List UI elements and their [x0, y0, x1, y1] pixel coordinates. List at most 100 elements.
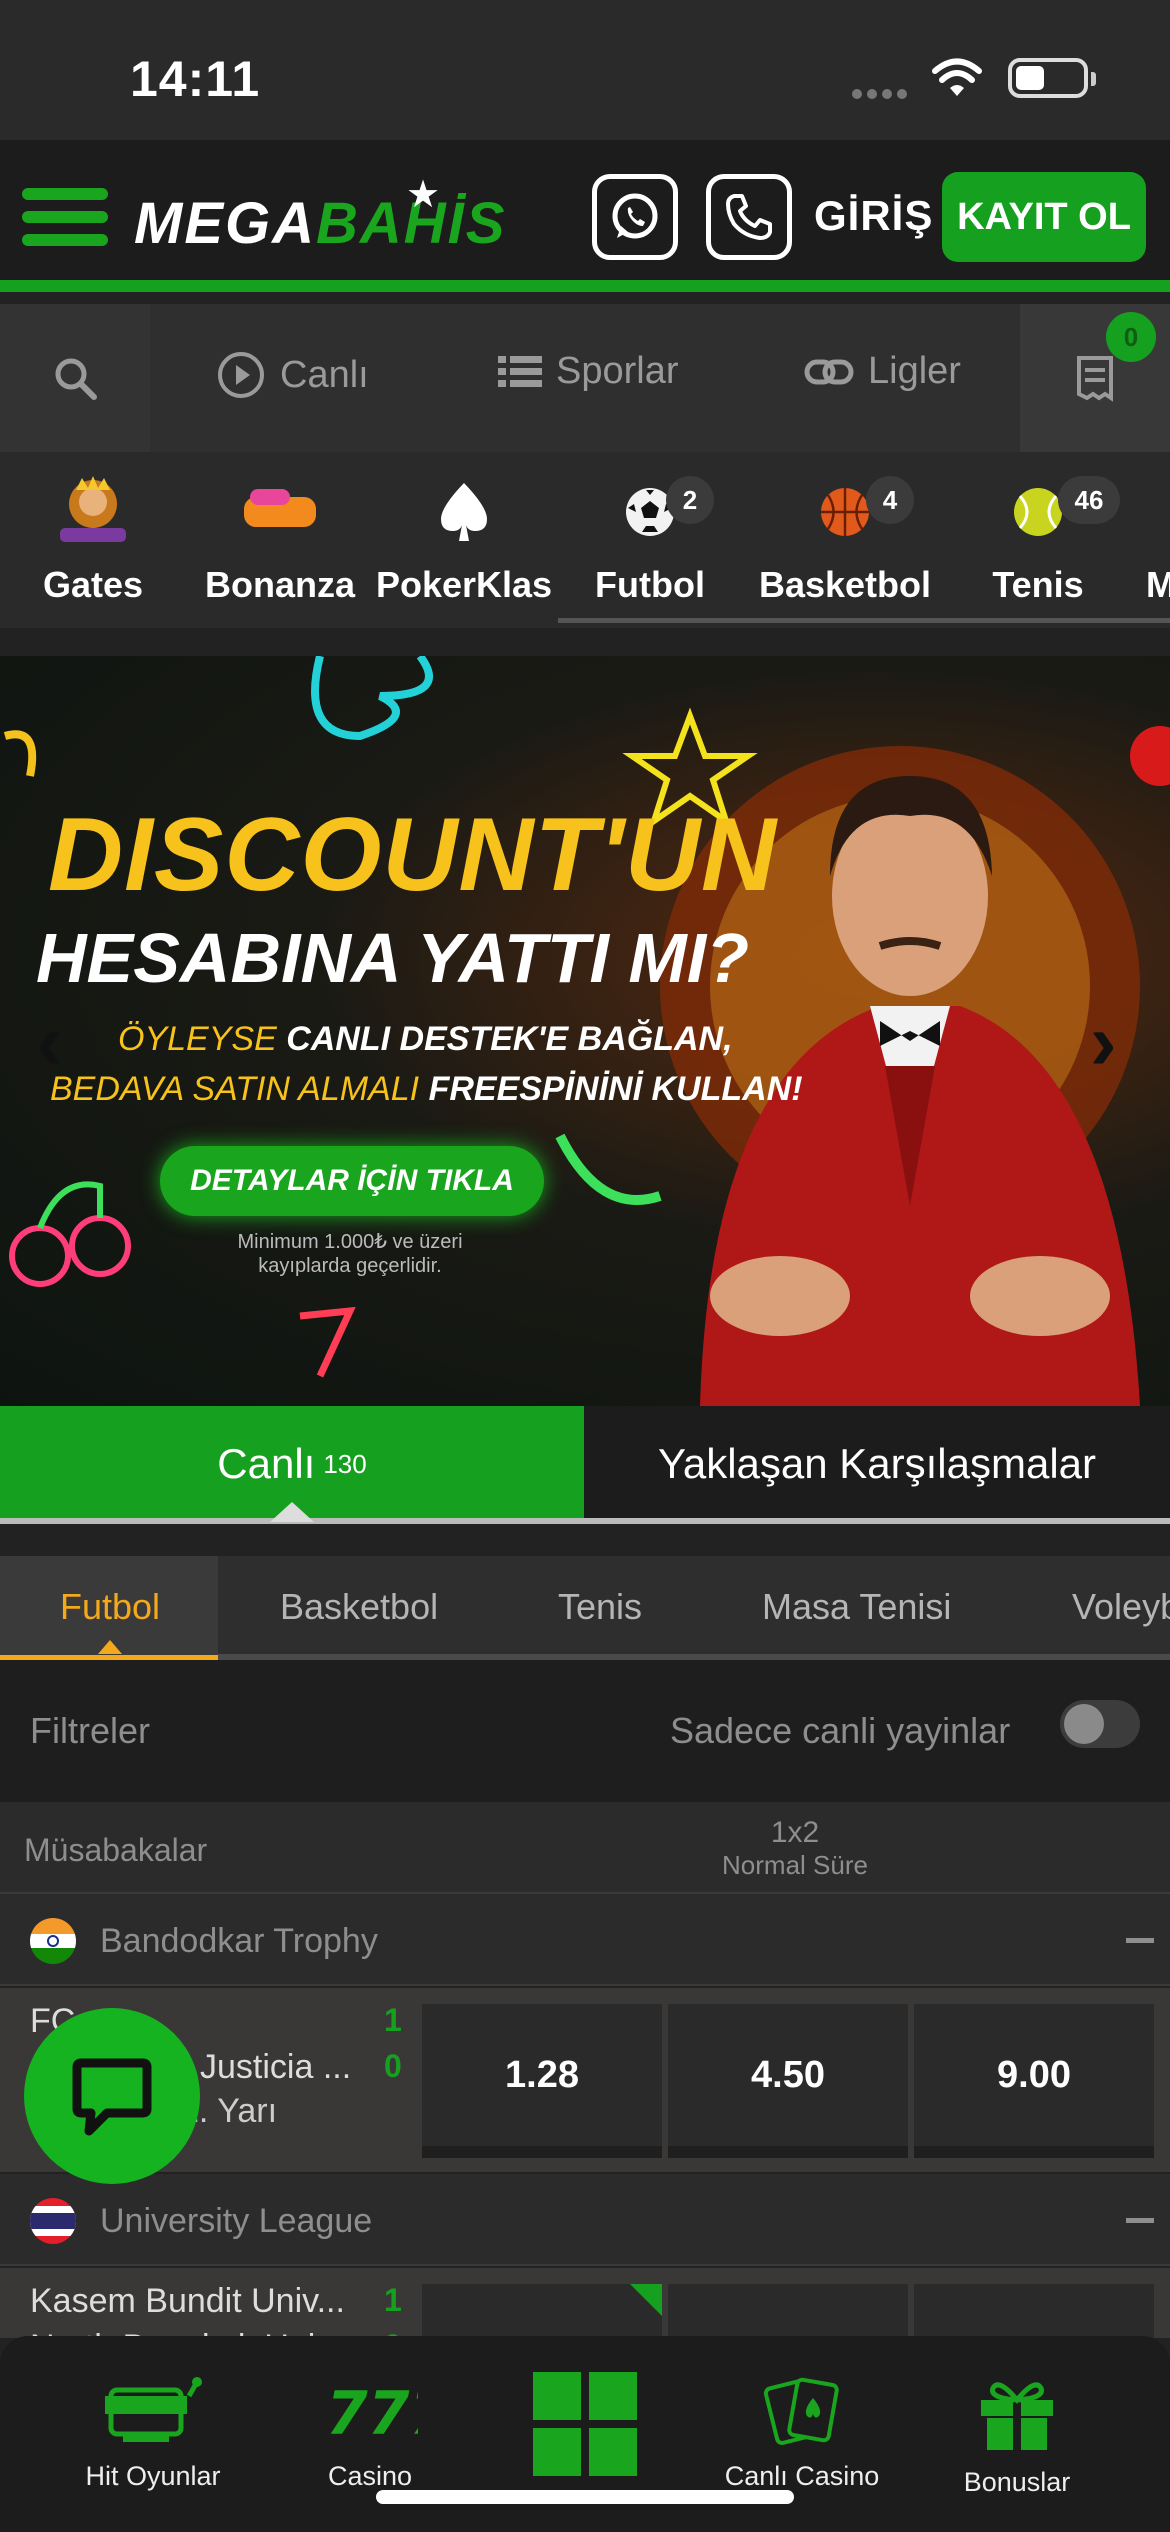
odds-change-up-icon [630, 2284, 662, 2316]
live-tabs-underline [0, 1518, 1170, 1524]
nav-leagues[interactable]: Ligler [804, 350, 961, 393]
betslip-button[interactable]: 0 [1020, 304, 1170, 452]
svg-text:777: 777 [326, 2379, 418, 2446]
odd-home[interactable]: 1.28 [422, 2004, 662, 2158]
sport-tab-voleybol[interactable]: Voleyb [1072, 1586, 1170, 1628]
banner-next-arrow-icon[interactable]: › [1090, 996, 1117, 1088]
tenis-count-badge: 46 [1058, 476, 1120, 524]
bottom-nav-bonuses[interactable]: Bonuslar [944, 2376, 1090, 2498]
playing-cards-icon [763, 2377, 839, 2445]
quick-gates[interactable]: Gates [38, 472, 148, 606]
odd-away[interactable] [914, 2284, 1154, 2338]
stream-only-toggle[interactable] [1060, 1700, 1140, 1748]
wifi-icon [932, 58, 982, 96]
promo-banner[interactable]: DISCOUNT'UN HESABINA YATTI MI? ÖYLEYSE C… [0, 656, 1170, 1406]
list-icon [498, 355, 542, 387]
whatsapp-icon [612, 193, 658, 239]
events-header: Müsabakalar 1x2 Normal Süre [0, 1802, 1170, 1894]
banner-details-button[interactable]: DETAYLAR İÇİN TIKLA [160, 1146, 544, 1216]
search-icon [55, 358, 97, 400]
period-label: Normal Süre [722, 1850, 868, 1880]
status-bar: 14:11 [0, 0, 1170, 140]
tab-active-indicator [270, 1502, 314, 1522]
basketball-icon [821, 488, 869, 536]
bottom-nav-casino[interactable]: 777 Casino [300, 2376, 451, 2492]
tab-upcoming[interactable]: Yaklaşan Karşılaşmalar [584, 1406, 1170, 1522]
sport-tab-masa-tenisi[interactable]: Masa Tenisi [762, 1586, 951, 1628]
bottom-nav-live-casino[interactable]: Canlı Casino [712, 2376, 892, 2492]
sport-tab-basketbol[interactable]: Basketbol [280, 1586, 438, 1628]
banner-headline: DISCOUNT'UN [48, 797, 778, 913]
quick-tenis[interactable]: 46 Tenis [980, 472, 1120, 606]
quick-basketbol[interactable]: 4 Basketbol [756, 472, 934, 606]
banner-prev-arrow-icon[interactable]: ‹ [36, 996, 63, 1088]
live-tabs: Canlı 130 Yaklaşan Karşılaşmalar [0, 1406, 1170, 1524]
cellular-signal-icon [852, 86, 912, 104]
status-time: 14:11 [130, 51, 261, 107]
spade-icon [441, 483, 487, 541]
banner-line-1: ÖYLEYSE CANLI DESTEK'E BAĞLAN, [118, 1020, 733, 1058]
league-header[interactable]: University League [0, 2174, 1170, 2266]
live-chat-button[interactable] [24, 2008, 200, 2184]
score-home: 1 [384, 2282, 402, 2318]
phone-icon [726, 194, 772, 240]
whatsapp-button[interactable] [592, 174, 678, 260]
banner-subheadline: HESABINA YATTI MI? [36, 919, 749, 997]
quick-bonanza[interactable]: Bonanza [200, 472, 360, 606]
login-button[interactable]: GİRİŞ [814, 192, 933, 240]
slot-machine-icon [105, 2377, 202, 2442]
play-circle-icon [218, 352, 264, 398]
market-label: 1x2 [770, 1816, 820, 1849]
futbol-count-badge: 2 [666, 476, 714, 524]
nav-sports[interactable]: Sporlar [498, 350, 679, 393]
match-row[interactable]: Kasem Bundit Univ... North Bangkok Uni..… [0, 2268, 1170, 2338]
banner-line-2: BEDAVA SATIN ALMALI FREESPİNİNİ KULLAN! [50, 1070, 803, 1108]
sport-tab-futbol[interactable]: Futbol [60, 1586, 160, 1628]
menu-icon[interactable] [22, 188, 108, 246]
grid-icon [533, 2372, 637, 2476]
odd-draw[interactable]: 4.50 [668, 2004, 908, 2158]
megabahis-logo[interactable]: MEGABAHİS ★ [134, 174, 506, 257]
filters-button[interactable]: Filtreler [30, 1710, 150, 1752]
quick-futbol[interactable]: 2 Futbol [588, 472, 714, 606]
score-home: 1 [384, 2002, 402, 2038]
thailand-flag-icon [30, 2198, 76, 2244]
league-header[interactable]: Bandodkar Trophy [0, 1894, 1170, 1986]
battery-icon [1008, 58, 1096, 98]
team-home: Kasem Bundit Univ... [30, 2282, 345, 2320]
betslip-icon [1077, 356, 1113, 402]
top-navbar: MEGABAHİS ★ GİRİŞ KAYIT OL [0, 140, 1170, 292]
odd-away[interactable]: 9.00 [914, 2004, 1154, 2158]
collapse-icon[interactable] [1126, 1938, 1154, 1943]
gift-icon [981, 2382, 1053, 2450]
logo-star-icon: ★ [406, 174, 443, 216]
quick-more[interactable]: M [1146, 472, 1170, 606]
league-name: Bandodkar Trophy [100, 1922, 378, 1960]
register-button[interactable]: KAYIT OL [942, 172, 1146, 262]
odd-draw[interactable] [668, 2284, 908, 2338]
collapse-icon[interactable] [1126, 2218, 1154, 2223]
quick-links: Gates Bonanza PokerKlas 2 Futbol 4 Baske… [0, 452, 1170, 628]
bottom-nav-hit-games[interactable]: Hit Oyunlar [70, 2376, 236, 2492]
sweet-bonanza-icon [244, 489, 316, 527]
betslip-count-badge: 0 [1106, 312, 1156, 362]
live-count: 130 [323, 1448, 367, 1479]
quick-pokerklas[interactable]: PokerKlas [374, 472, 554, 606]
filter-bar: Filtreler Sadece canli yayinlar [0, 1660, 1170, 1802]
team-away: Justicia ... [200, 2048, 352, 2086]
quick-links-indicator [558, 618, 1170, 623]
competitions-label: Müsabakalar [24, 1832, 208, 1868]
nav-live[interactable]: Canlı [216, 350, 369, 400]
phone-button[interactable] [706, 174, 792, 260]
tennis-ball-icon [1014, 488, 1062, 536]
chat-icon [72, 2058, 152, 2136]
search-button[interactable] [0, 304, 150, 452]
stream-only-label: Sadece canli yayinlar [670, 1710, 1011, 1751]
link-icon [804, 359, 854, 384]
banner-note: Minimum 1.000₺ ve üzeri kayıplarda geçer… [237, 1231, 463, 1277]
home-indicator [376, 2490, 794, 2504]
bottom-nav-home[interactable] [530, 2370, 640, 2483]
sport-tabs: Futbol Basketbol Tenis Masa Tenisi Voley… [0, 1556, 1170, 1660]
sport-tab-tenis[interactable]: Tenis [558, 1586, 642, 1628]
odd-home[interactable] [422, 2284, 662, 2338]
